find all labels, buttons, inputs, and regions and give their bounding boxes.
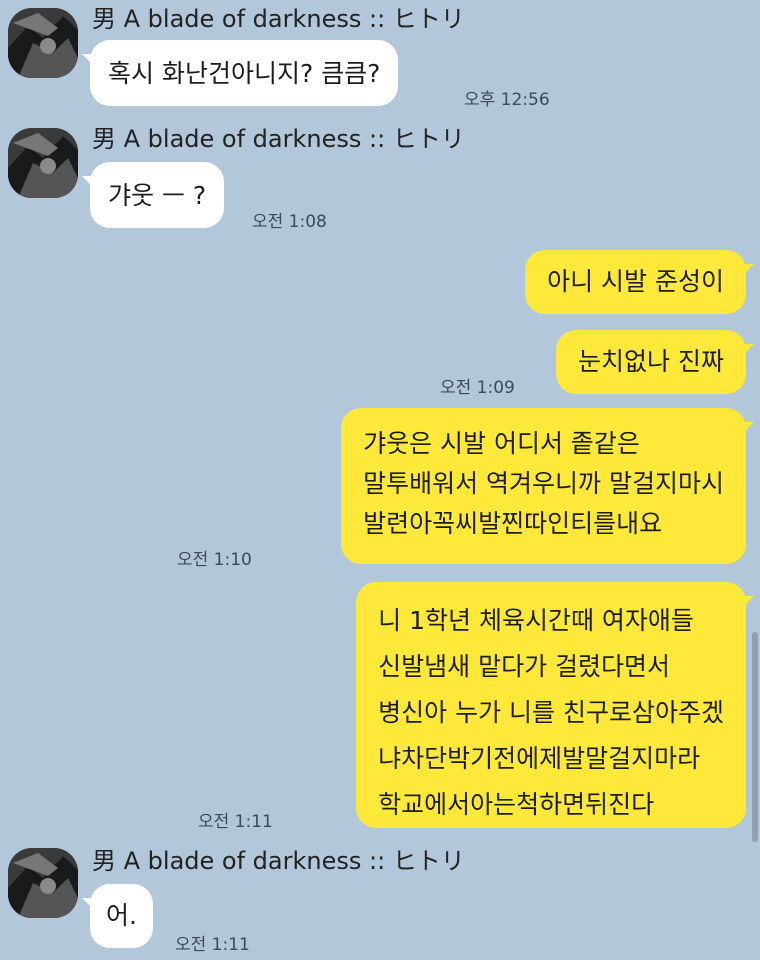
sender-name-3: 男 A blade of darkness :: ヒトリ: [92, 847, 465, 875]
profile-avatar-icon: [8, 128, 78, 198]
message-time-5: 오전 1:10: [177, 550, 252, 570]
profile-avatar-icon: [8, 8, 78, 78]
message-bubble-4[interactable]: 눈치없나 진짜: [556, 330, 754, 394]
scrollbar[interactable]: [752, 632, 758, 842]
message-bubble-1[interactable]: 혹시 화난건아니지? 큼큼?: [81, 40, 399, 106]
message-time-7: 오전 1:11: [175, 935, 250, 955]
sender-avatar-2[interactable]: [8, 128, 78, 198]
sender-avatar-1[interactable]: [8, 8, 78, 78]
profile-avatar-icon: [8, 848, 78, 918]
sender-name-2: 男 A blade of darkness :: ヒトリ: [92, 125, 465, 153]
sender-name-1: 男 A blade of darkness :: ヒトリ: [92, 5, 465, 33]
message-bubble-3[interactable]: 아니 시발 준성이: [525, 250, 754, 314]
message-bubble-5[interactable]: 갸웃은 시발 어디서 좉같은 말투배워서 역겨우니까 말걸지마시 발련아꼭씨발찐…: [341, 408, 754, 564]
message-time-4: 오전 1:09: [440, 378, 515, 398]
message-bubble-6[interactable]: 니 1학년 체육시간때 여자애들 신발냄새 맡다가 걸렸다면서 병신아 누가 니…: [356, 582, 754, 828]
message-bubble-2[interactable]: 갸웃 ㅡ ?: [81, 162, 225, 228]
message-bubble-7[interactable]: 어.: [82, 884, 153, 948]
message-time-2: 오전 1:08: [252, 212, 327, 232]
message-time-6: 오전 1:11: [198, 812, 273, 832]
sender-avatar-3[interactable]: [8, 848, 78, 918]
message-time-1: 오후 12:56: [464, 90, 550, 110]
